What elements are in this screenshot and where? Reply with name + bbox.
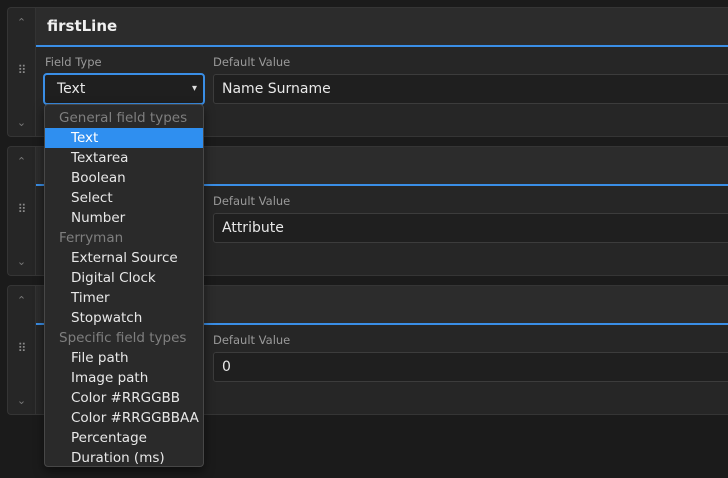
chevron-down-icon[interactable]: ⌄ (8, 256, 35, 267)
drag-grip-icon[interactable]: ⠿ (8, 64, 35, 76)
panel-handle[interactable]: ⌃ ⠿ ⌄ (8, 286, 36, 414)
field-type-select-value: Text (57, 81, 86, 97)
chevron-down-icon[interactable]: ⌄ (8, 395, 35, 406)
chevron-up-icon[interactable]: ⌃ (8, 156, 35, 167)
dropdown-option-color-rgba[interactable]: Color #RRGGBBAA (45, 408, 203, 428)
dropdown-group-label: Specific field types (59, 330, 187, 346)
dropdown-group-label: Ferryman (59, 230, 124, 246)
default-value-label: Default Value (213, 194, 291, 208)
dropdown-option-digital-clock[interactable]: Digital Clock (45, 268, 203, 288)
dropdown-option-textarea[interactable]: Textarea (45, 148, 203, 168)
default-value-label: Default Value (213, 333, 291, 347)
dropdown-option-image-path[interactable]: Image path (45, 368, 203, 388)
chevron-up-icon[interactable]: ⌃ (8, 295, 35, 306)
drag-grip-icon[interactable]: ⠿ (8, 342, 35, 354)
dropdown-option-boolean[interactable]: Boolean (45, 168, 203, 188)
dropdown-option-percentage[interactable]: Percentage (45, 428, 203, 448)
default-value-input[interactable]: 0 (213, 352, 728, 382)
field-type-label: Field Type (45, 55, 102, 69)
default-value-label: Default Value (213, 55, 291, 69)
dropdown-option-color-rgb[interactable]: Color #RRGGBB (45, 388, 203, 408)
dropdown-option-text[interactable]: Text (45, 128, 203, 148)
dropdown-option-duration[interactable]: Duration (ms) (45, 448, 203, 468)
dropdown-option-timer[interactable]: Timer (45, 288, 203, 308)
chevron-down-icon[interactable]: ⌄ (8, 117, 35, 128)
chevron-up-icon[interactable]: ⌃ (8, 17, 35, 28)
drag-grip-icon[interactable]: ⠿ (8, 203, 35, 215)
dropdown-option-external-source[interactable]: External Source (45, 248, 203, 268)
field-type-dropdown: General field types Text Textarea Boolea… (44, 104, 204, 467)
dropdown-option-select[interactable]: Select (45, 188, 203, 208)
dropdown-option-file-path[interactable]: File path (45, 348, 203, 368)
default-value-input[interactable]: Name Surname (213, 74, 728, 104)
field-type-select[interactable]: Text ▾ (43, 73, 205, 105)
app-root: ⌃ ⠿ ⌄ firstLine Field Type Default Value… (0, 0, 728, 478)
panel-title-bar[interactable]: firstLine (36, 8, 728, 47)
dropdown-option-number[interactable]: Number (45, 208, 203, 228)
panel-handle[interactable]: ⌃ ⠿ ⌄ (8, 147, 36, 275)
panel-title: firstLine (47, 17, 118, 35)
chevron-down-icon: ▾ (191, 83, 197, 94)
panel-handle[interactable]: ⌃ ⠿ ⌄ (8, 8, 36, 136)
default-value-input[interactable]: Attribute (213, 213, 728, 243)
dropdown-group-label: General field types (59, 110, 188, 126)
dropdown-option-stopwatch[interactable]: Stopwatch (45, 308, 203, 328)
